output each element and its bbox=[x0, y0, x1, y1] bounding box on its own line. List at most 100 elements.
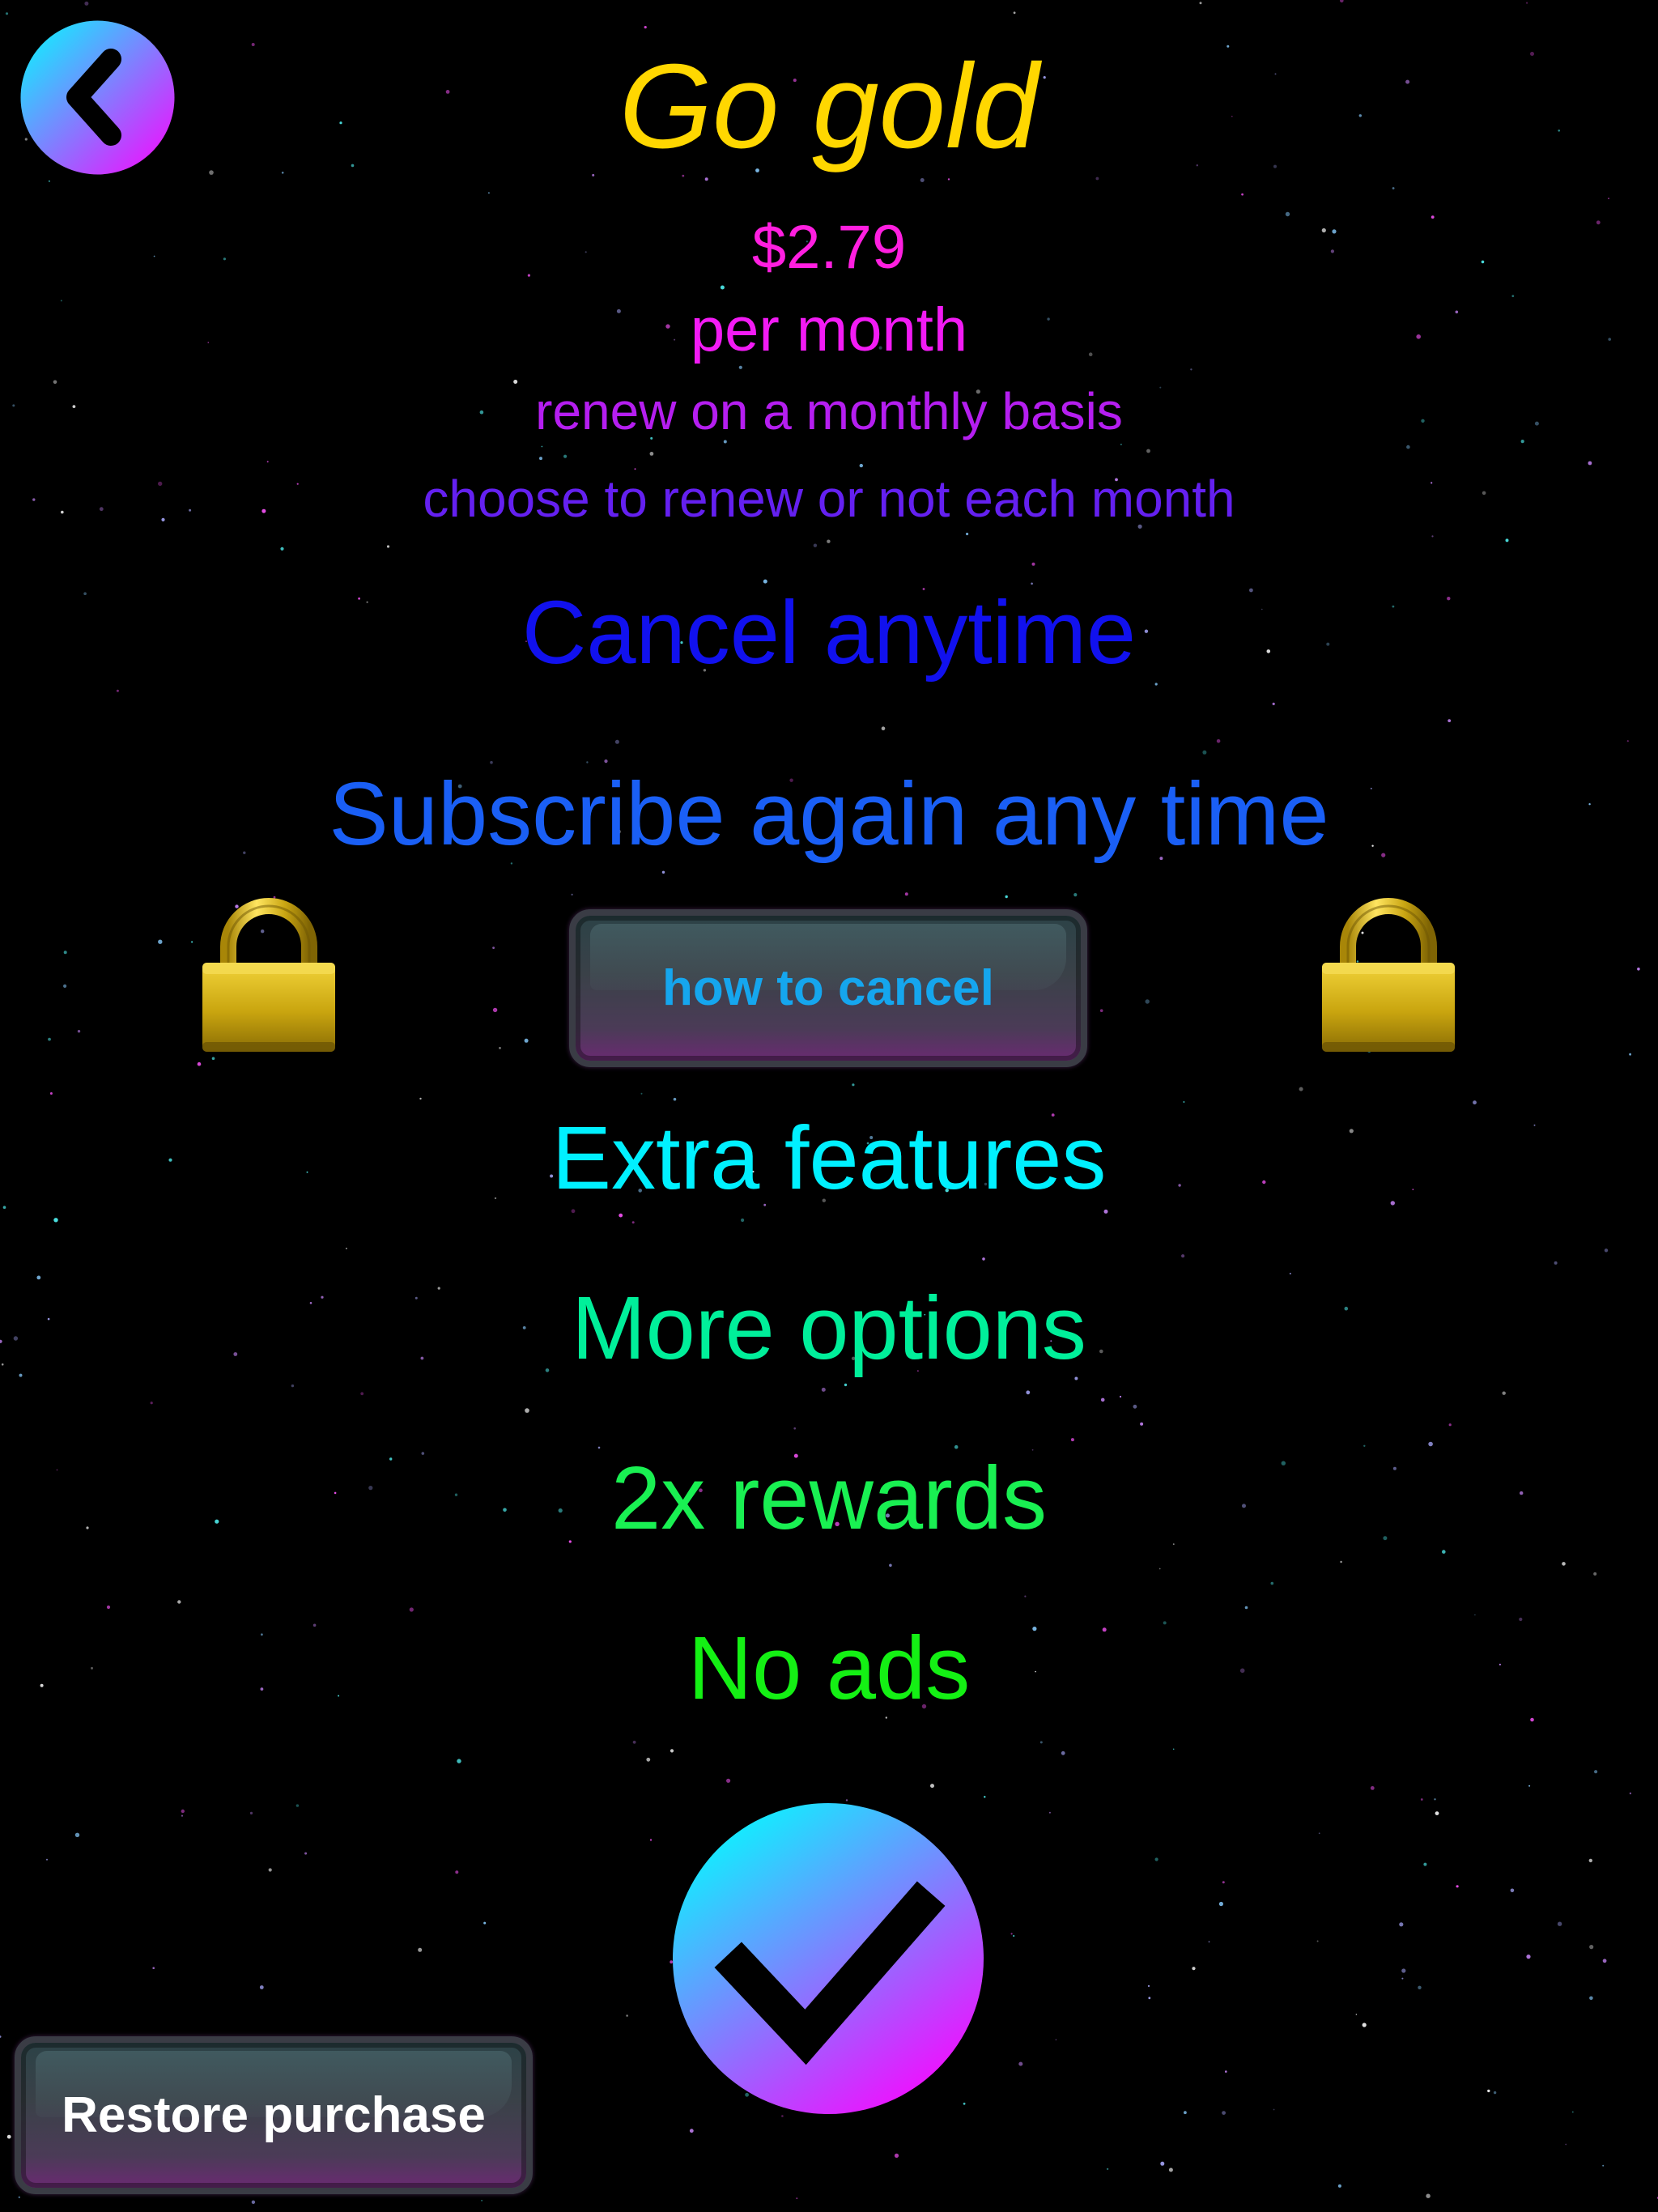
star bbox=[49, 1092, 53, 1095]
star bbox=[1095, 177, 1099, 181]
star bbox=[1602, 1959, 1607, 1963]
star bbox=[1070, 1438, 1074, 1442]
star bbox=[280, 547, 284, 551]
star bbox=[1148, 1997, 1151, 2000]
star bbox=[644, 25, 647, 29]
star bbox=[845, 1799, 848, 1802]
star bbox=[492, 946, 495, 949]
star bbox=[524, 1038, 529, 1043]
star bbox=[418, 1947, 423, 1952]
star bbox=[266, 461, 269, 463]
star bbox=[360, 1392, 364, 1396]
star bbox=[827, 539, 831, 543]
star bbox=[619, 1213, 623, 1218]
restore-purchase-label: Restore purchase bbox=[62, 2087, 486, 2143]
feature-item: Extra features bbox=[551, 1108, 1107, 1208]
star bbox=[1604, 1249, 1609, 1253]
star bbox=[1048, 1811, 1051, 1814]
star bbox=[1061, 1750, 1065, 1755]
confirm-subscribe-button[interactable] bbox=[672, 1802, 984, 2115]
star bbox=[53, 380, 57, 385]
star bbox=[1222, 2111, 1226, 2116]
star bbox=[6, 2134, 11, 2139]
star bbox=[181, 1809, 185, 1814]
star bbox=[1392, 187, 1395, 189]
star bbox=[1154, 1857, 1158, 1861]
star bbox=[1039, 1741, 1043, 1744]
star bbox=[1554, 1261, 1558, 1265]
star bbox=[723, 440, 727, 444]
star bbox=[1168, 2167, 1173, 2172]
star bbox=[63, 951, 67, 955]
star bbox=[1608, 198, 1609, 199]
star bbox=[251, 2200, 256, 2204]
star bbox=[1218, 1901, 1223, 1907]
star bbox=[1340, 1560, 1342, 1563]
star bbox=[1602, 2164, 1605, 2167]
cancel-anytime-text: Cancel anytime bbox=[521, 583, 1137, 683]
star bbox=[18, 2196, 20, 2198]
star bbox=[1013, 11, 1016, 15]
star bbox=[793, 1427, 796, 1430]
star bbox=[1526, 1955, 1531, 1959]
star bbox=[1629, 1053, 1631, 1056]
star bbox=[844, 1383, 848, 1387]
star bbox=[640, 1092, 643, 1095]
restore-purchase-button[interactable]: Restore purchase bbox=[15, 2036, 533, 2194]
star bbox=[631, 1221, 635, 1224]
star bbox=[197, 1061, 202, 1066]
star bbox=[48, 180, 50, 182]
star bbox=[1571, 2111, 1574, 2113]
star bbox=[881, 726, 886, 730]
star bbox=[1526, 2, 1528, 4]
star bbox=[920, 178, 925, 182]
star bbox=[539, 457, 542, 461]
star bbox=[1013, 1935, 1015, 1937]
star bbox=[1510, 1888, 1515, 1893]
star bbox=[1505, 538, 1509, 542]
star bbox=[563, 454, 568, 458]
star bbox=[571, 1209, 576, 1214]
star bbox=[813, 543, 818, 547]
star bbox=[181, 1814, 184, 1817]
how-to-cancel-button[interactable]: how to cancel bbox=[569, 909, 1087, 1067]
star bbox=[1428, 1441, 1433, 1447]
star bbox=[525, 1408, 529, 1413]
star bbox=[894, 2153, 899, 2158]
star bbox=[281, 172, 284, 174]
star bbox=[19, 1373, 23, 1377]
star bbox=[947, 178, 950, 181]
star bbox=[781, 2115, 784, 2117]
star bbox=[1626, 740, 1629, 742]
star bbox=[1073, 893, 1078, 897]
star bbox=[5, 12, 9, 15]
star bbox=[1106, 2167, 1109, 2171]
star bbox=[1103, 1209, 1108, 1214]
star bbox=[36, 1275, 41, 1280]
star bbox=[673, 1097, 677, 1101]
star bbox=[1435, 1811, 1439, 1816]
star bbox=[419, 1097, 422, 1100]
star bbox=[1190, 368, 1192, 371]
star bbox=[1418, 1985, 1422, 1989]
star bbox=[177, 1600, 181, 1604]
star bbox=[1434, 1798, 1436, 1801]
star bbox=[386, 545, 390, 548]
star bbox=[1519, 1617, 1523, 1622]
star bbox=[682, 174, 685, 177]
star bbox=[409, 1607, 414, 1612]
feature-item: More options bbox=[572, 1278, 1086, 1378]
star bbox=[1399, 1922, 1404, 1927]
star bbox=[1589, 1996, 1593, 2001]
star bbox=[1133, 1404, 1137, 1409]
star bbox=[1202, 750, 1207, 755]
star bbox=[704, 177, 708, 181]
star bbox=[1318, 1832, 1320, 1835]
star bbox=[1355, 2014, 1358, 2015]
star bbox=[1316, 1940, 1319, 1942]
star bbox=[48, 1037, 51, 1041]
star bbox=[481, 2200, 483, 2201]
star bbox=[592, 173, 595, 177]
star bbox=[2, 1206, 6, 1209]
star bbox=[1401, 1968, 1406, 1973]
